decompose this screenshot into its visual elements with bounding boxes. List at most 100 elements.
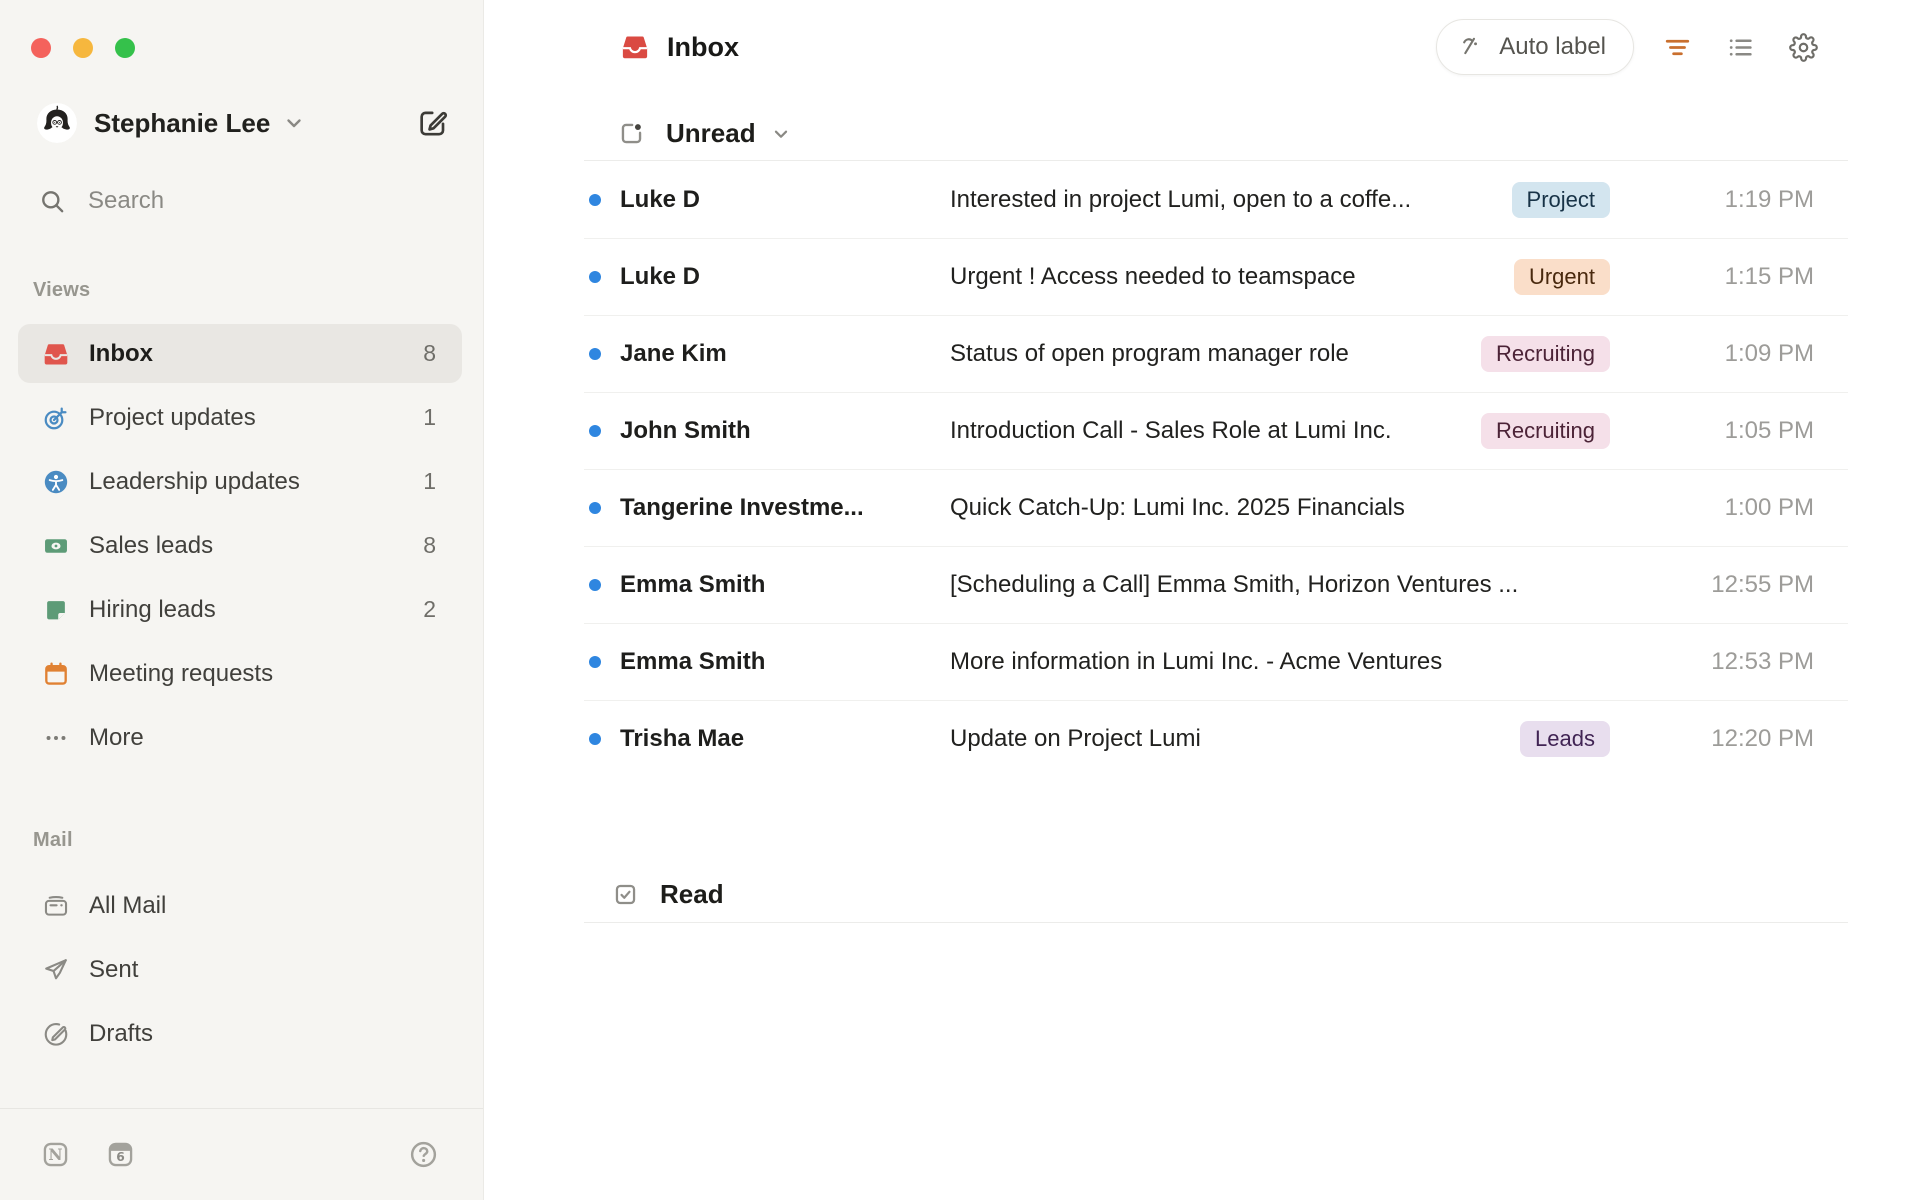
email-subject: Update on Project Lumi bbox=[950, 725, 1201, 752]
unread-dot bbox=[589, 579, 601, 591]
unread-icon bbox=[618, 120, 645, 147]
page-title: Inbox bbox=[667, 31, 739, 62]
views-section-label: Views bbox=[33, 279, 91, 301]
chevron-down-icon bbox=[282, 111, 306, 135]
label-tag[interactable]: Leads bbox=[1520, 721, 1610, 757]
search-button[interactable]: Search bbox=[39, 184, 449, 218]
list-icon bbox=[1729, 38, 1752, 56]
email-sender: Trisha Mae bbox=[620, 725, 745, 752]
unread-count-badge: 2 bbox=[423, 596, 436, 622]
main-header: Inbox Auto label bbox=[484, 19, 1920, 75]
auto-label-button[interactable]: Auto label bbox=[1436, 19, 1634, 75]
email-row[interactable]: Luke D Interested in project Lumi, open t… bbox=[584, 161, 1848, 238]
target-icon bbox=[42, 404, 70, 432]
sidebar: Stephanie Lee Search Views Inbox 8 Proje… bbox=[0, 0, 484, 1200]
email-row[interactable]: Luke D Urgent ! Access needed to teamspac… bbox=[584, 238, 1848, 315]
sidebar-item-sales-leads[interactable]: Sales leads 8 bbox=[18, 516, 462, 575]
sidebar-item-inbox[interactable]: Inbox 8 bbox=[18, 324, 462, 383]
email-row[interactable]: Emma Smith More information in Lumi Inc. … bbox=[584, 623, 1848, 700]
unread-section-header[interactable]: Unread bbox=[584, 107, 1848, 161]
drafts-icon bbox=[42, 1020, 70, 1048]
unread-dot bbox=[589, 348, 601, 360]
read-section-label: Read bbox=[660, 878, 724, 909]
email-list-area: Unread Luke D Interested in project Lumi,… bbox=[584, 75, 1848, 923]
svg-text:N: N bbox=[48, 1145, 62, 1164]
unread-email-list: Luke D Interested in project Lumi, open t… bbox=[584, 161, 1848, 777]
email-subject: Quick Catch-Up: Lumi Inc. 2025 Financial… bbox=[950, 494, 1405, 521]
email-subject: [Scheduling a Call] Emma Smith, Horizon … bbox=[950, 571, 1519, 598]
sidebar-item-meeting-requests[interactable]: Meeting requests bbox=[18, 644, 462, 703]
zoom-window-button[interactable] bbox=[115, 38, 135, 58]
person-circle-icon bbox=[42, 468, 70, 496]
email-row[interactable]: Emma Smith [Scheduling a Call] Emma Smith… bbox=[584, 546, 1848, 623]
email-time: 12:55 PM bbox=[1711, 571, 1814, 598]
avatar bbox=[37, 103, 77, 143]
sidebar-item-sent[interactable]: Sent bbox=[18, 940, 462, 999]
read-section-header[interactable]: Read bbox=[584, 866, 1848, 923]
email-subject: Status of open program manager role bbox=[950, 340, 1349, 367]
email-row[interactable]: John Smith Introduction Call - Sales Role… bbox=[584, 392, 1848, 469]
inbox-icon bbox=[620, 32, 650, 62]
email-time: 1:09 PM bbox=[1724, 340, 1814, 367]
gear-icon bbox=[1788, 32, 1818, 62]
filter-button[interactable] bbox=[1657, 27, 1697, 67]
unread-dot bbox=[589, 271, 601, 283]
search-icon bbox=[39, 188, 66, 215]
email-row[interactable]: Tangerine Investme... Quick Catch-Up: Lum… bbox=[584, 469, 1848, 546]
email-subject: More information in Lumi Inc. - Acme Ven… bbox=[950, 648, 1443, 675]
sidebar-item-drafts[interactable]: Drafts bbox=[18, 1004, 462, 1063]
svg-text:6: 6 bbox=[116, 1150, 125, 1164]
more-icon bbox=[42, 724, 70, 752]
unread-dot bbox=[589, 425, 601, 437]
unread-count-badge: 8 bbox=[423, 532, 436, 558]
email-row[interactable]: Trisha Mae Update on Project Lumi Leads 12:… bbox=[584, 700, 1848, 777]
display-options-button[interactable] bbox=[1720, 27, 1760, 67]
note-icon bbox=[42, 596, 70, 624]
email-row[interactable]: Jane Kim Status of open program manager r… bbox=[584, 315, 1848, 392]
sidebar-item-leadership-updates[interactable]: Leadership updates 1 bbox=[18, 452, 462, 511]
minimize-window-button[interactable] bbox=[73, 38, 93, 58]
auto-label-wand-icon bbox=[1463, 37, 1478, 54]
sidebar-item-project-updates[interactable]: Project updates 1 bbox=[18, 388, 462, 447]
header-actions: Auto label bbox=[1436, 19, 1823, 75]
all-mail-icon bbox=[42, 892, 70, 920]
unread-count-badge: 1 bbox=[423, 468, 436, 494]
label-tag[interactable]: Recruiting bbox=[1480, 336, 1610, 372]
email-time: 1:05 PM bbox=[1724, 417, 1814, 444]
email-time: 1:00 PM bbox=[1724, 494, 1814, 521]
notion-calendar-icon[interactable]: 6 bbox=[105, 1139, 136, 1170]
sidebar-item-more[interactable]: More bbox=[18, 708, 462, 767]
email-sender: John Smith bbox=[620, 417, 751, 444]
sidebar-item-all-mail[interactable]: All Mail bbox=[18, 876, 462, 935]
email-sender: Luke D bbox=[620, 263, 701, 290]
email-subject: Interested in project Lumi, open to a co… bbox=[950, 185, 1412, 213]
label-tag[interactable]: Urgent bbox=[1513, 259, 1610, 295]
notion-logo-icon[interactable]: N bbox=[40, 1139, 71, 1170]
email-subject: Introduction Call - Sales Role at Lumi I… bbox=[950, 417, 1392, 444]
mail-list: All Mail Sent Drafts bbox=[18, 876, 462, 1068]
unread-dot bbox=[589, 193, 601, 206]
sidebar-footer: N 6 bbox=[0, 1108, 483, 1200]
compose-button[interactable] bbox=[417, 107, 449, 139]
account-switcher[interactable]: Stephanie Lee bbox=[37, 103, 449, 143]
email-sender: Luke D bbox=[620, 185, 701, 213]
unread-dot bbox=[589, 656, 601, 668]
email-time: 1:19 PM bbox=[1724, 185, 1814, 213]
settings-button[interactable] bbox=[1783, 27, 1823, 67]
unread-count-badge: 8 bbox=[423, 340, 436, 366]
label-tag[interactable]: Recruiting bbox=[1480, 413, 1610, 449]
close-window-button[interactable] bbox=[31, 38, 51, 58]
email-sender: Emma Smith bbox=[620, 648, 766, 675]
unread-dot bbox=[589, 733, 601, 745]
label-tag[interactable]: Project bbox=[1511, 181, 1610, 218]
email-sender: Tangerine Investme... bbox=[620, 494, 864, 521]
read-checkbox-icon bbox=[612, 881, 639, 908]
send-icon bbox=[42, 956, 70, 984]
email-time: 12:20 PM bbox=[1711, 725, 1814, 752]
window-controls bbox=[31, 38, 135, 58]
account-name: Stephanie Lee bbox=[94, 107, 271, 138]
email-subject: Urgent ! Access needed to teamspace bbox=[950, 263, 1356, 290]
sidebar-item-hiring-leads[interactable]: Hiring leads 2 bbox=[18, 580, 462, 639]
search-label: Search bbox=[88, 187, 165, 214]
help-icon[interactable] bbox=[408, 1139, 439, 1170]
